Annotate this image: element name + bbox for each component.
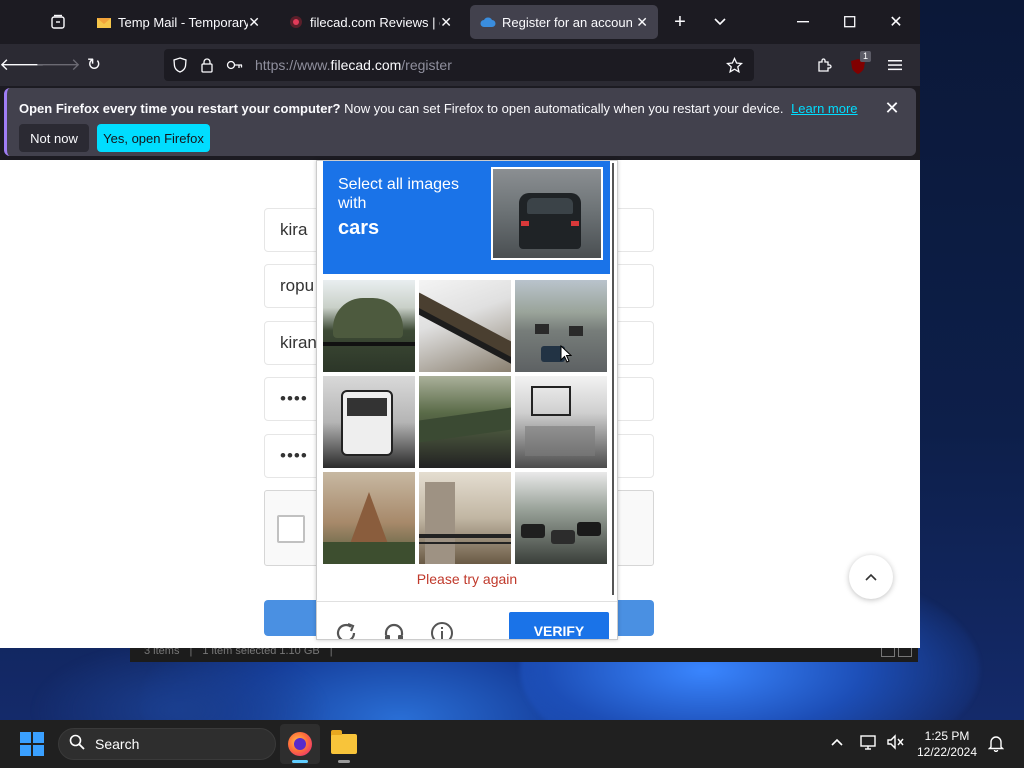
extension-badge: 1 [860, 51, 872, 62]
tab-temp-mail[interactable]: Temp Mail - Temporary Disposable Email ✕ [86, 5, 270, 39]
address-bar[interactable]: https://www.filecad.com/register [164, 49, 754, 81]
challenge-tile[interactable] [515, 376, 607, 468]
url-text[interactable]: https://www.filecad.com/register [255, 49, 452, 81]
reload-challenge-icon[interactable] [333, 620, 359, 639]
sample-car-image [491, 167, 603, 260]
challenge-tile[interactable] [419, 472, 511, 564]
back-icon[interactable]: 🡐 [0, 44, 45, 86]
challenge-tile[interactable] [515, 472, 607, 564]
clock-time: 1:25 PM [924, 729, 970, 743]
ublock-extension-icon[interactable]: 1 [843, 44, 875, 86]
recaptcha-challenge-popup: Select all images with cars Please try a… [316, 160, 618, 640]
permissions-key-icon[interactable] [226, 49, 244, 81]
search-placeholder: Search [95, 736, 140, 752]
close-tab-icon[interactable]: ✕ [636, 14, 648, 31]
reload-icon[interactable]: ↻ [78, 44, 110, 86]
firefox-window: Temp Mail - Temporary Disposable Email ✕… [0, 0, 920, 648]
audio-challenge-icon[interactable] [381, 620, 407, 639]
tab-label: Temp Mail - Temporary Disposable Email [118, 14, 248, 30]
challenge-instruction: Select all images with [338, 176, 459, 212]
chevron-up-icon [865, 573, 877, 581]
show-hidden-icons-chevron-icon[interactable] [830, 734, 844, 751]
new-tab-icon[interactable]: + [666, 8, 694, 36]
close-icon[interactable]: ✕ [880, 96, 904, 120]
tab-register[interactable]: Register for an account - filecad ✕ [470, 5, 658, 39]
not-now-button[interactable]: Not now [19, 124, 89, 152]
challenge-tile[interactable] [323, 280, 415, 372]
scam-site-icon [288, 14, 304, 30]
challenge-tile[interactable] [323, 472, 415, 564]
lock-icon[interactable] [200, 49, 214, 81]
mouse-cursor-icon [560, 344, 573, 368]
firefox-view-icon[interactable] [44, 8, 72, 36]
close-tab-icon[interactable]: ✕ [440, 14, 452, 31]
extensions-puzzle-icon[interactable] [808, 44, 840, 86]
search-icon [69, 734, 85, 755]
tab-label: filecad.com Reviews | check if site is s… [310, 14, 440, 30]
tracking-protection-icon[interactable] [172, 49, 188, 81]
challenge-header: Select all images with cars [323, 161, 610, 274]
network-icon[interactable] [860, 734, 878, 754]
volume-muted-icon[interactable] [886, 734, 904, 754]
challenge-tile[interactable] [323, 376, 415, 468]
scroll-to-top-button[interactable] [849, 555, 893, 599]
autostart-notification-bar: Open Firefox every time you restart your… [4, 88, 916, 156]
tab-filecad-reviews[interactable]: filecad.com Reviews | check if site is s… [278, 5, 462, 39]
learn-more-link[interactable]: Learn more [791, 101, 857, 116]
folder-icon [331, 730, 357, 754]
list-all-tabs-icon[interactable] [706, 8, 734, 36]
firefox-icon [288, 732, 312, 756]
cloud-icon [480, 14, 496, 30]
verify-button[interactable]: VERIFY [509, 612, 609, 639]
taskbar-search-box[interactable]: Search [58, 728, 276, 760]
challenge-error-message: Please try again [416, 571, 518, 587]
challenge-scrollbar[interactable] [612, 163, 614, 595]
bookmark-star-icon[interactable] [726, 49, 743, 81]
envelope-icon [96, 14, 112, 30]
taskbar-firefox[interactable] [280, 724, 320, 764]
challenge-tile[interactable] [419, 280, 511, 372]
windows-start-icon[interactable] [20, 732, 44, 756]
taskbar: Search 1:25 PM 12/22/2024 [0, 720, 1024, 768]
tab-label: Register for an account - filecad [502, 14, 632, 30]
tab-strip: Temp Mail - Temporary Disposable Email ✕… [0, 0, 920, 44]
clock-date: 12/22/2024 [916, 745, 978, 759]
forward-icon[interactable]: 🡒 [35, 44, 81, 86]
close-tab-icon[interactable]: ✕ [248, 14, 260, 31]
close-window-icon[interactable]: ✕ [873, 0, 919, 44]
recaptcha-checkbox[interactable] [277, 515, 305, 543]
notification-text: Open Firefox every time you restart your… [19, 101, 858, 116]
info-icon[interactable] [429, 620, 455, 639]
navigation-toolbar: 🡐 🡒 ↻ https://www.filecad.com/register 1 [0, 44, 920, 86]
challenge-target: cars [338, 217, 380, 239]
challenge-image-grid [323, 280, 611, 568]
challenge-footer: VERIFY [317, 601, 617, 639]
system-clock[interactable]: 1:25 PM 12/22/2024 [912, 728, 982, 760]
yes-open-firefox-button[interactable]: Yes, open Firefox [97, 124, 210, 152]
maximize-icon[interactable] [827, 0, 873, 44]
notifications-bell-icon[interactable] [987, 734, 1005, 756]
taskbar-file-explorer[interactable] [324, 724, 364, 764]
menu-hamburger-icon[interactable] [879, 44, 911, 86]
minimize-icon[interactable] [780, 0, 826, 44]
challenge-tile[interactable] [419, 376, 511, 468]
